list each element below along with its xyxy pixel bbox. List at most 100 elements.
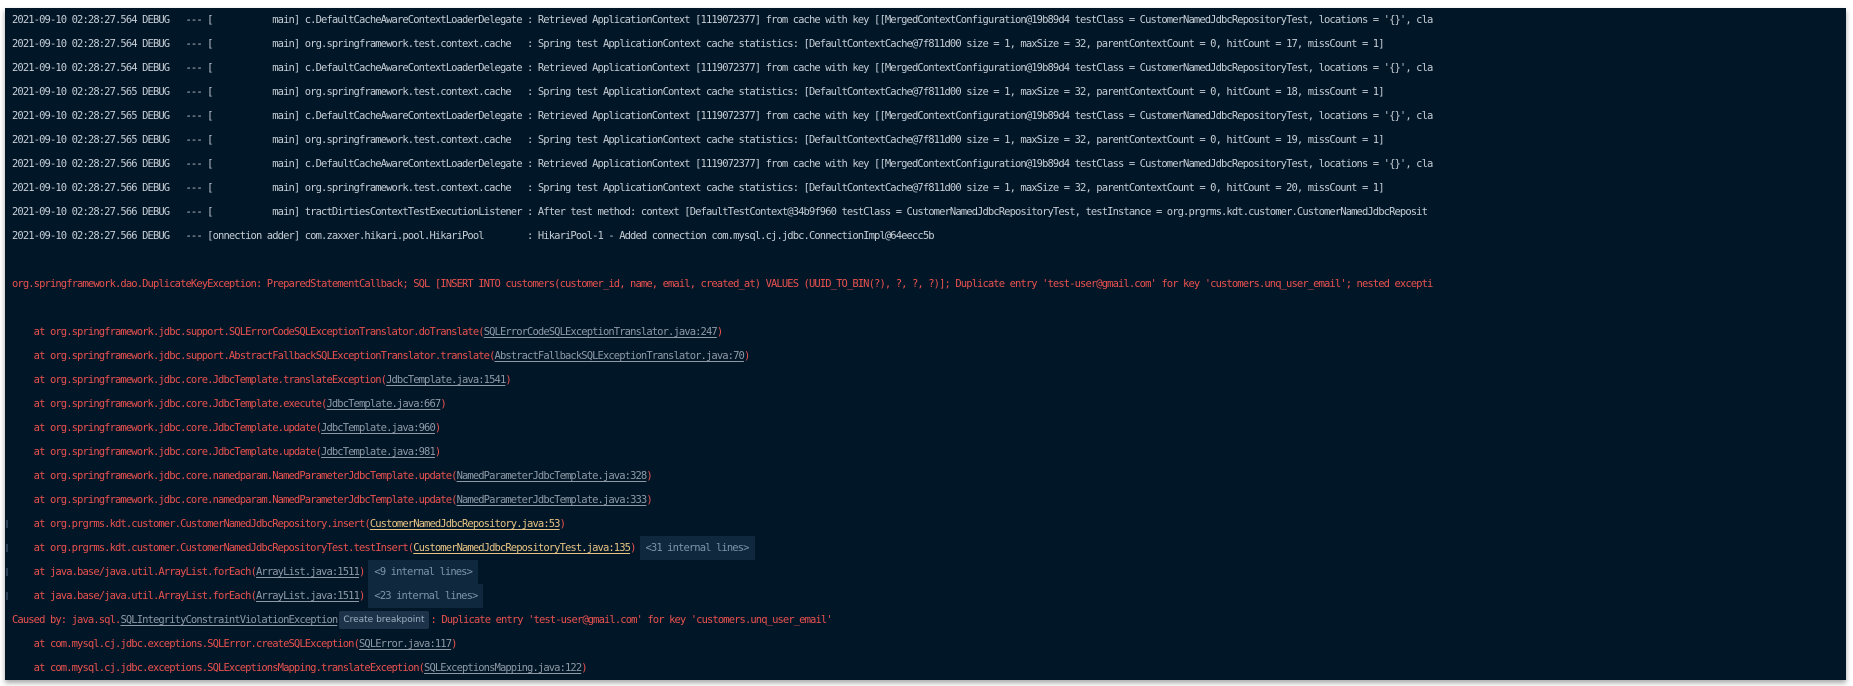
create-breakpoint-button[interactable]: Create breakpoint [339, 611, 429, 629]
source-link[interactable]: CustomerNamedJdbcRepositoryTest.java:135 [413, 542, 631, 554]
stack-frame: at com.mysql.cj.jdbc.exceptions.SQLExcep… [5, 656, 1846, 680]
punctuation: ) [646, 494, 652, 506]
punctuation: ) [505, 374, 511, 386]
log-prefix: 2021-09-10 02:28:27.565 DEBUG --- [ main… [12, 134, 538, 146]
source-link[interactable]: SQLError.java:117 [359, 638, 452, 650]
stack-frame: at org.prgrms.kdt.customer.CustomerNamed… [5, 512, 1846, 536]
stack-frame: at org.springframework.jdbc.support.Abst… [5, 344, 1846, 368]
punctuation: ) [434, 446, 441, 458]
log-message: HikariPool-1 - Added connection com.mysq… [537, 230, 935, 242]
source-link[interactable]: JdbcTemplate.java:981 [321, 446, 436, 458]
caused-by-prefix: Caused by: java.sql. [12, 614, 121, 626]
punctuation: ) [646, 470, 652, 482]
punctuation: ) [743, 350, 750, 362]
gutter-marker [6, 520, 8, 528]
log-prefix: 2021-09-10 02:28:27.566 DEBUG --- [ main… [12, 182, 538, 194]
punctuation: ) [359, 566, 365, 578]
stack-frame: at com.mysql.cj.jdbc.exceptions.SQLError… [5, 632, 1846, 656]
log-prefix: 2021-09-10 02:28:27.565 DEBUG --- [ main… [12, 110, 538, 122]
caused-by-line: Caused by: java.sql.SQLIntegrityConstrai… [5, 608, 1846, 632]
log-prefix: 2021-09-10 02:28:27.564 DEBUG --- [ main… [12, 14, 538, 26]
punctuation: ) [440, 398, 446, 410]
source-link[interactable]: AbstractFallbackSQLExceptionTranslator.j… [495, 350, 745, 362]
debug-log-line: 2021-09-10 02:28:27.565 DEBUG --- [ main… [5, 104, 1846, 128]
punctuation: ) [630, 542, 636, 554]
log-message: Retrieved ApplicationContext [1119072377… [537, 62, 1433, 74]
exception-class-link[interactable]: SQLIntegrityConstraintViolationException [120, 614, 338, 626]
exception-message: org.springframework.dao.DuplicateKeyExce… [12, 278, 1433, 290]
debug-log-line: 2021-09-10 02:28:27.565 DEBUG --- [ main… [5, 128, 1846, 152]
source-link[interactable]: ArrayList.java:1511 [256, 590, 360, 602]
frame-method: at org.springframework.jdbc.core.JdbcTem… [12, 374, 382, 386]
log-message: Retrieved ApplicationContext [1119072377… [537, 158, 1433, 170]
log-prefix: 2021-09-10 02:28:27.566 DEBUG --- [onnec… [12, 230, 538, 242]
frame-method: at org.springframework.jdbc.core.JdbcTem… [12, 422, 317, 434]
folded-internal-lines[interactable]: <23 internal lines> [368, 584, 484, 608]
log-prefix: 2021-09-10 02:28:27.564 DEBUG --- [ main… [12, 62, 538, 74]
frame-method: at org.springframework.jdbc.core.JdbcTem… [12, 398, 322, 410]
stack-frame: at org.springframework.jdbc.core.JdbcTem… [5, 368, 1846, 392]
debug-log-line: 2021-09-10 02:28:27.565 DEBUG --- [ main… [5, 80, 1846, 104]
log-message: Spring test ApplicationContext cache sta… [537, 134, 1385, 146]
source-link[interactable]: SQLErrorCodeSQLExceptionTranslator.java:… [484, 326, 718, 338]
caused-by-message: : Duplicate entry 'test-user@gmail.com' … [430, 614, 833, 626]
stack-frame: at java.base/java.util.ArrayList.forEach… [5, 560, 1846, 584]
punctuation: ) [434, 422, 441, 434]
frame-method: at org.springframework.jdbc.core.JdbcTem… [12, 446, 317, 458]
stack-frame: at org.springframework.jdbc.core.namedpa… [5, 488, 1846, 512]
folded-internal-lines[interactable]: <31 internal lines> [639, 536, 755, 560]
debug-log-line: 2021-09-10 02:28:27.566 DEBUG --- [ main… [5, 152, 1846, 176]
frame-method: at org.springframework.jdbc.core.namedpa… [12, 494, 452, 506]
debug-log-line: 2021-09-10 02:28:27.564 DEBUG --- [ main… [5, 56, 1846, 80]
source-link[interactable]: NamedParameterJdbcTemplate.java:333 [457, 494, 648, 506]
source-link[interactable]: JdbcTemplate.java:667 [326, 398, 441, 410]
log-message: Spring test ApplicationContext cache sta… [537, 182, 1385, 194]
gutter-marker [6, 592, 8, 600]
log-prefix: 2021-09-10 02:28:27.566 DEBUG --- [ main… [12, 158, 538, 170]
frame-method: at org.prgrms.kdt.customer.CustomerNamed… [12, 518, 366, 530]
debug-log-line: 2021-09-10 02:28:27.566 DEBUG --- [ main… [5, 200, 1846, 224]
frame-method: at java.base/java.util.ArrayList.forEach [12, 590, 252, 602]
frame-method: at com.mysql.cj.jdbc.exceptions.SQLExcep… [12, 662, 420, 674]
log-message: After test method: context [DefaultTestC… [537, 206, 1428, 218]
debug-log-line: 2021-09-10 02:28:27.564 DEBUG --- [ main… [5, 8, 1846, 32]
frame-method: at org.springframework.jdbc.core.namedpa… [12, 470, 452, 482]
debug-log-line: 2021-09-10 02:28:27.566 DEBUG --- [ main… [5, 176, 1846, 200]
run-console-output[interactable]: 2021-09-10 02:28:27.564 DEBUG --- [ main… [5, 8, 1846, 680]
source-link[interactable]: NamedParameterJdbcTemplate.java:328 [457, 470, 648, 482]
exception-line: org.springframework.dao.DuplicateKeyExce… [5, 272, 1846, 296]
source-link[interactable]: CustomerNamedJdbcRepository.java:53 [370, 518, 561, 530]
frame-method: at org.springframework.jdbc.support.Abst… [12, 350, 490, 362]
punctuation: ) [716, 326, 723, 338]
punctuation: ) [559, 518, 566, 530]
punctuation: ) [451, 638, 457, 650]
stack-frame: at org.springframework.jdbc.core.JdbcTem… [5, 392, 1846, 416]
source-link[interactable]: SQLExceptionsMapping.java:122 [424, 662, 582, 674]
log-prefix: 2021-09-10 02:28:27.565 DEBUG --- [ main… [12, 86, 538, 98]
log-message: Retrieved ApplicationContext [1119072377… [537, 110, 1433, 122]
debug-log-line: 2021-09-10 02:28:27.564 DEBUG --- [ main… [5, 32, 1846, 56]
source-link[interactable]: JdbcTemplate.java:1541 [386, 374, 506, 386]
stack-frame: at org.springframework.jdbc.core.namedpa… [5, 464, 1846, 488]
frame-method: at java.base/java.util.ArrayList.forEach [12, 566, 252, 578]
gutter-marker [6, 568, 8, 576]
punctuation: ) [581, 662, 587, 674]
frame-method: at com.mysql.cj.jdbc.exceptions.SQLError… [12, 638, 355, 650]
folded-internal-lines[interactable]: <9 internal lines> [368, 560, 479, 584]
source-link[interactable]: JdbcTemplate.java:960 [321, 422, 436, 434]
log-prefix: 2021-09-10 02:28:27.564 DEBUG --- [ main… [12, 38, 538, 50]
stack-frame: at org.springframework.jdbc.support.SQLE… [5, 320, 1846, 344]
log-message: Retrieved ApplicationContext [1119072377… [537, 14, 1433, 26]
log-message: Spring test ApplicationContext cache sta… [537, 86, 1385, 98]
stack-frame: at org.springframework.jdbc.core.JdbcTem… [5, 440, 1846, 464]
gutter-marker [6, 544, 8, 552]
frame-method: at org.springframework.jdbc.support.SQLE… [12, 326, 479, 338]
source-link[interactable]: ArrayList.java:1511 [256, 566, 360, 578]
log-prefix: 2021-09-10 02:28:27.566 DEBUG --- [ main… [12, 206, 538, 218]
stack-frame: at java.base/java.util.ArrayList.forEach… [5, 584, 1846, 608]
punctuation: ) [359, 590, 365, 602]
stack-frame: at org.springframework.jdbc.core.JdbcTem… [5, 416, 1846, 440]
log-message: Spring test ApplicationContext cache sta… [537, 38, 1385, 50]
